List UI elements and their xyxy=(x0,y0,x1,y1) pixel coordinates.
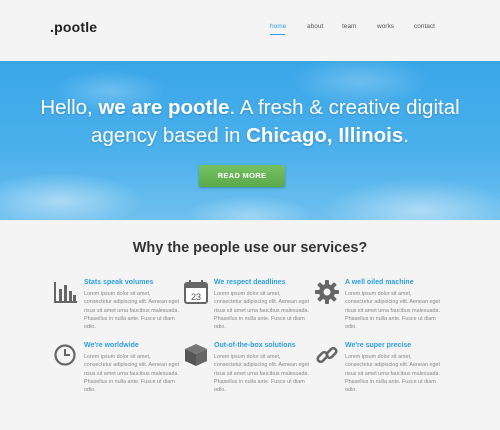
calendar-icon: 23 xyxy=(183,279,209,305)
hero-line1-bold: we are pootle xyxy=(98,96,230,119)
nav-team[interactable]: team xyxy=(342,23,356,31)
main-nav: home about team works contact xyxy=(0,23,500,43)
feature-description: Lorem ipsum dolor sit amet, consectetur … xyxy=(214,291,309,331)
feature-description: Lorem ipsum dolor sit amet, consectetur … xyxy=(84,291,179,331)
nav-active-underline xyxy=(270,34,285,35)
gear-icon xyxy=(314,279,340,305)
read-more-button[interactable]: READ MORE xyxy=(199,165,285,187)
clock-icon xyxy=(53,342,79,368)
feature-description: Lorem ipsum dolor sit amet, consectetur … xyxy=(214,354,309,394)
hero-line2-suffix: . xyxy=(403,124,409,147)
hero-line2-bold: Chicago, Illinois xyxy=(246,124,404,147)
hero-banner: Hello, we are pootle. A fresh & creative… xyxy=(0,61,500,220)
calendar-day-number: 23 xyxy=(191,292,201,302)
chain-link-icon xyxy=(314,342,340,368)
feature-description: Lorem ipsum dolor sit amet, consectetur … xyxy=(345,291,440,331)
header: .pootle home about team works contact xyxy=(0,0,500,60)
feature-description: Lorem ipsum dolor sit amet, consectetur … xyxy=(345,354,440,394)
hero-headline: Hello, we are pootle. A fresh & creative… xyxy=(20,94,480,150)
nav-home[interactable]: home xyxy=(270,23,286,31)
hero-line1-prefix: Hello, xyxy=(40,96,99,119)
bar-chart-icon xyxy=(53,279,79,305)
feature-title: A well oiled machine xyxy=(345,279,414,286)
nav-about[interactable]: about xyxy=(307,23,323,31)
nav-contact[interactable]: contact xyxy=(414,23,435,31)
box-icon xyxy=(183,342,209,368)
feature-description: Lorem ipsum dolor sit amet, consectetur … xyxy=(84,354,179,394)
hero-line2-prefix: agency based in xyxy=(91,124,247,147)
hero-line1-suffix: . A fresh & creative digital xyxy=(229,96,460,119)
nav-works[interactable]: works xyxy=(377,23,394,31)
feature-title: We're super precise xyxy=(345,342,412,349)
services-title: Why the people use our services? xyxy=(132,240,368,256)
